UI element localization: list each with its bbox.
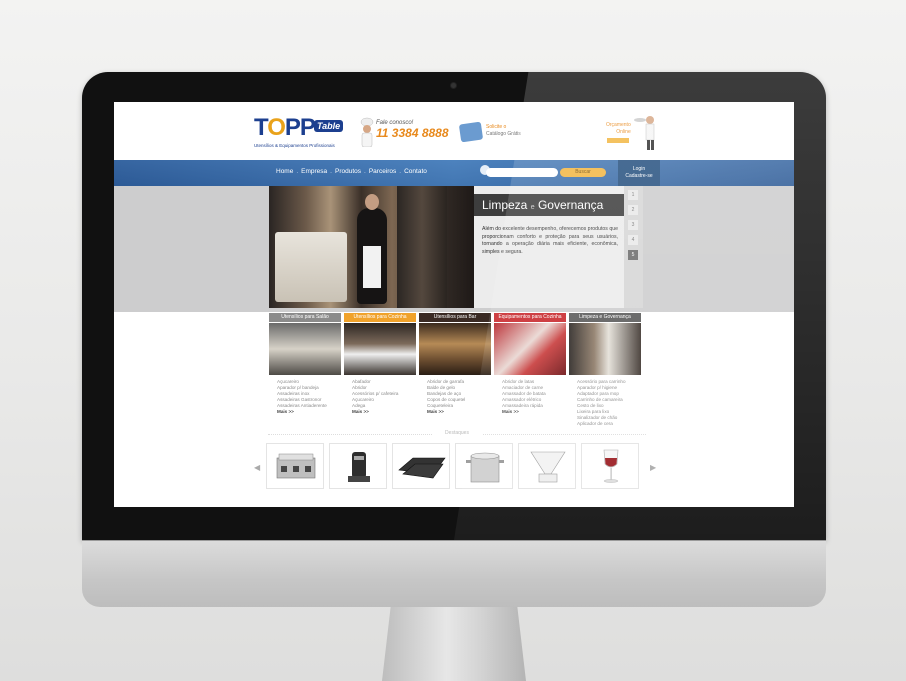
carousel-prev-icon[interactable]: ◀ <box>254 463 260 472</box>
cocktail-glass-icon <box>530 451 566 483</box>
hero-photo-door <box>397 186 447 308</box>
category-photo[interactable] <box>269 323 341 375</box>
category-title[interactable]: Equipamentos para Cozinha <box>494 313 566 322</box>
category-salao: Utensílios para Salão Açucareiro Aparado… <box>269 313 341 415</box>
hero-title: Limpeza e Governança <box>474 194 624 216</box>
category-list: Abridor de latas Amaciador de carne Amas… <box>494 379 566 409</box>
carousel-next-icon[interactable]: ▶ <box>650 463 656 472</box>
logo[interactable]: TOPP Table Utensílios & Equipamentos Pro… <box>254 116 354 152</box>
category-title[interactable]: Utensílios para Cozinha <box>344 313 416 322</box>
logo-table-badge: Table <box>314 120 344 132</box>
category-list: Acessório para carrinho Aparador p/ higi… <box>569 379 641 427</box>
category-photo[interactable] <box>419 323 491 375</box>
nav-separator: . <box>399 168 402 175</box>
category-photo[interactable] <box>569 323 641 375</box>
nav-item-empresa[interactable]: Empresa <box>301 168 327 175</box>
quote-button[interactable] <box>607 138 629 143</box>
hero-photo-cart <box>275 232 347 302</box>
quote-link[interactable]: Orçamento Online <box>606 122 631 136</box>
monitor-chin <box>82 540 826 607</box>
hero-photo <box>269 186 474 308</box>
product-cocktail-glass[interactable] <box>518 443 576 489</box>
camera-icon <box>450 82 457 89</box>
category-equipamentos: Equipamentos para Cozinha Abridor de lat… <box>494 313 566 415</box>
logo-tagline: Utensílios & Equipamentos Profissionais <box>254 143 335 148</box>
search-button[interactable]: Buscar <box>560 168 606 177</box>
monitor-bezel: TOPP Table Utensílios & Equipamentos Pro… <box>82 72 826 540</box>
slide-page-4[interactable]: 4 <box>628 235 638 245</box>
nav-item-produtos[interactable]: Produtos <box>335 168 361 175</box>
hero-photo-head <box>365 194 379 210</box>
slide-page-1[interactable]: 1 <box>628 190 638 200</box>
featured-carousel: Destaques ◀ ▶ <box>254 429 659 499</box>
nav-bar: Home . Empresa . Produtos . Parceiros . … <box>114 160 794 186</box>
monitor-stand <box>382 607 526 681</box>
category-list: Açucareiro Aparador p/ bandeja Assadeira… <box>269 379 341 409</box>
slide-page-5[interactable]: 5 <box>628 250 638 260</box>
chef-icon <box>360 117 374 147</box>
phone-block: Fale conosco! 11 3384 8888 <box>376 120 449 140</box>
phone-number[interactable]: 11 3384 8888 <box>376 126 449 140</box>
hero-description: Além do excelente desempenho, oferecemos… <box>482 226 618 255</box>
site-header: TOPP Table Utensílios & Equipamentos Pro… <box>114 102 794 160</box>
slide-page-2[interactable]: 2 <box>628 205 638 215</box>
category-title[interactable]: Utensílios para Bar <box>419 313 491 322</box>
hero-pagination: 1 2 3 4 5 <box>624 186 643 308</box>
nav-item-home[interactable]: Home <box>276 168 293 175</box>
catalog-icon[interactable] <box>458 121 484 143</box>
search-input[interactable] <box>486 168 558 177</box>
login-block[interactable]: Login Cadastre-se <box>618 160 660 186</box>
category-link[interactable]: Aplicador de cera <box>577 421 641 427</box>
catalog-link[interactable]: Solicite o Catálogo Grátis <box>486 124 521 138</box>
product-coffee-urn[interactable] <box>329 443 387 489</box>
login-link[interactable]: Login <box>618 166 660 173</box>
category-bar: Utensílios para Bar Abridor de garrafa B… <box>419 313 491 415</box>
nav-separator: . <box>296 168 299 175</box>
hero-slider: Limpeza e Governança Além do excelente d… <box>269 186 643 308</box>
product-stock-pot[interactable] <box>455 443 513 489</box>
nav-item-parceiros[interactable]: Parceiros <box>369 168 396 175</box>
category-title[interactable]: Utensílios para Salão <box>269 313 341 322</box>
wine-glass-icon <box>603 449 619 483</box>
nav-separator: . <box>330 168 332 175</box>
category-photo[interactable] <box>494 323 566 375</box>
category-photo[interactable] <box>344 323 416 375</box>
product-steam-table[interactable] <box>266 443 324 489</box>
category-more-link[interactable]: Mais >> <box>419 409 491 415</box>
monitor: TOPP Table Utensílios & Equipamentos Pro… <box>82 72 826 681</box>
category-more-link[interactable]: Mais >> <box>494 409 566 415</box>
category-more-link[interactable]: Mais >> <box>344 409 416 415</box>
category-cozinha: Utensílios para Cozinha Abafador Abridor… <box>344 313 416 415</box>
steam-table-icon <box>276 453 316 479</box>
product-serving-tray[interactable] <box>392 443 450 489</box>
serving-tray-icon <box>398 457 446 479</box>
stock-pot-icon <box>466 452 504 483</box>
category-title[interactable]: Limpeza e Governança <box>569 313 641 322</box>
slide-page-3[interactable]: 3 <box>628 220 638 230</box>
product-wine-glass[interactable] <box>581 443 639 489</box>
hero-panel: Limpeza e Governança Além do excelente d… <box>474 186 624 308</box>
featured-label: Destaques <box>432 430 482 436</box>
category-list: Abafador Abridor Acessórios p/ cafeteira… <box>344 379 416 409</box>
category-more-link[interactable]: Mais >> <box>269 409 341 415</box>
waiter-icon <box>634 116 655 150</box>
category-list: Abridor de garrafa Balde de gelo Bandeja… <box>419 379 491 409</box>
nav-separator: . <box>364 168 366 175</box>
category-grid: Utensílios para Salão Açucareiro Aparado… <box>269 313 643 427</box>
nav-gradient <box>114 160 794 186</box>
coffee-urn-icon <box>348 452 370 482</box>
register-link[interactable]: Cadastre-se <box>618 173 660 180</box>
screen: TOPP Table Utensílios & Equipamentos Pro… <box>114 102 794 507</box>
hero-photo-apron <box>363 246 381 288</box>
nav-item-contato[interactable]: Contato <box>404 168 427 175</box>
logo-wordmark: TOPP <box>254 114 316 141</box>
nav-menu: Home . Empresa . Produtos . Parceiros . … <box>276 168 427 175</box>
category-limpeza: Limpeza e Governança Acessório para carr… <box>569 313 641 427</box>
